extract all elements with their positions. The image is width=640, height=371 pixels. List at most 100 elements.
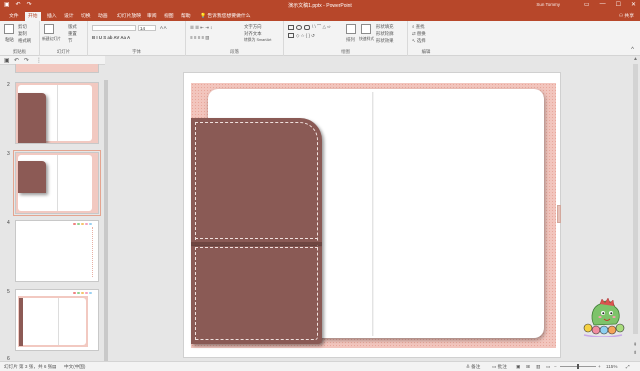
select-label: 选择	[416, 38, 426, 43]
tell-me-search[interactable]: 💡 告诉我您想要做什么	[200, 12, 251, 21]
quick-styles-button[interactable]: 快速样式	[359, 37, 374, 42]
section-button[interactable]: 节	[68, 38, 72, 44]
rounded-rect-icon[interactable]	[304, 25, 310, 30]
text-direction-button[interactable]: 文字方向	[244, 24, 262, 30]
quick-styles-icon[interactable]	[361, 24, 371, 34]
zoom-knob[interactable]	[577, 364, 579, 369]
status-bar: 幻灯片 第 3 张，共 6 张 ▤ 中文(中国) ≜ 备注 ▭ 批注 ▣ ⊞ ▥…	[0, 361, 640, 371]
slide-thumbnail-1[interactable]	[15, 64, 99, 73]
select-button[interactable]: ↖ 选择	[412, 38, 426, 44]
maximize-button[interactable]: ☐	[616, 1, 621, 8]
cut-button[interactable]: 剪切	[18, 24, 27, 30]
align-text-button[interactable]: 对齐文本	[244, 31, 262, 37]
group-clipboard: 粘贴 剪切 复制 格式刷 剪贴板	[0, 21, 40, 56]
notes-button[interactable]: ≜ 备注	[466, 364, 480, 370]
save-icon-small[interactable]: ▣	[4, 57, 10, 64]
minimize-button[interactable]: —	[600, 1, 606, 8]
thumb-fold	[58, 298, 59, 345]
redo-icon-small[interactable]: ↷	[24, 57, 29, 64]
proofing-icon[interactable]: ▤	[52, 364, 56, 370]
slideshow-icon[interactable]: ▭	[546, 364, 550, 370]
arrange-button[interactable]: 排列	[346, 37, 355, 43]
tab-insert[interactable]: 插入	[44, 12, 60, 21]
comments-button[interactable]: ▭ 批注	[492, 364, 507, 370]
resize-tab[interactable]	[557, 205, 561, 223]
tab-help[interactable]: 帮助	[178, 12, 194, 21]
thumb-fold	[57, 85, 58, 141]
slide-number: 4	[7, 220, 10, 226]
prev-slide-icon[interactable]: ⇞	[633, 342, 637, 348]
scroll-up-icon[interactable]: ▲	[633, 56, 638, 62]
shape-effects-button[interactable]: 形状效果	[376, 38, 394, 44]
collapse-ribbon-icon[interactable]: ^	[631, 47, 634, 53]
grow-font-icon[interactable]: A A	[160, 25, 167, 30]
layout-button[interactable]: 版式	[68, 24, 77, 30]
smartart-button[interactable]: 转换为 SmartArt	[244, 38, 271, 43]
align-buttons[interactable]: ≡ ≡ ≡ ≡ ▥	[190, 35, 209, 41]
zoom-out-icon[interactable]: −	[554, 364, 557, 369]
font-size-box[interactable]: 14	[138, 25, 156, 31]
thumbnail-scrollbar[interactable]	[104, 66, 108, 370]
slide-number: 2	[7, 82, 10, 88]
slide-thumbnail-5[interactable]	[15, 289, 99, 351]
slide-number: 3	[7, 151, 10, 157]
find-button[interactable]: ⌕ 查找	[412, 24, 424, 30]
vertical-scrollbar[interactable]: ▲ ⇞ ⇟	[632, 56, 640, 361]
undo-icon-small[interactable]: ↶	[14, 57, 19, 64]
scroll-thumb[interactable]	[633, 64, 638, 334]
reset-button[interactable]: 重置	[68, 31, 77, 37]
tab-design[interactable]: 设计	[61, 12, 77, 21]
list-buttons[interactable]: ☰ ☰ ⇤ ⇥ ↕	[190, 25, 212, 31]
language-indicator[interactable]: 中文(中国)	[64, 364, 85, 370]
reading-view-icon[interactable]: ▥	[536, 364, 540, 370]
close-button[interactable]: ✕	[631, 1, 636, 8]
shape-fill-button[interactable]: 形状填充	[376, 24, 394, 30]
shape-outline-button[interactable]: 形状轮廓	[376, 31, 394, 37]
tab-file[interactable]: 文件	[6, 12, 22, 21]
replace-button[interactable]: ⇄ 替换	[412, 31, 426, 37]
font-format-buttons[interactable]: B I U S ab AV Aa A	[92, 35, 130, 40]
more-shapes-icon[interactable]: ◇ ☆ { } ↺	[296, 33, 315, 39]
ribbon: 粘贴 剪切 复制 格式刷 剪贴板 新建幻灯片 版式 重置 节 幻灯片 14 A …	[0, 21, 640, 56]
fit-to-window-icon[interactable]: ⤢	[626, 364, 630, 369]
thumb-dotted-border	[89, 227, 93, 277]
arrange-icon[interactable]	[346, 24, 356, 34]
slide-info: 幻灯片 第 3 张，共 6 张	[4, 364, 53, 369]
format-painter-button[interactable]: 格式刷	[18, 38, 31, 44]
tab-slideshow[interactable]: 幻灯片放映	[114, 12, 144, 21]
tab-home[interactable]: 开始	[25, 12, 41, 21]
slide-sorter-icon[interactable]: ⊞	[526, 364, 530, 370]
font-name-box[interactable]	[92, 25, 136, 31]
font-label: 字体	[132, 49, 141, 54]
drawing-label: 绘图	[341, 49, 350, 54]
textbox-icon[interactable]	[288, 33, 294, 38]
oval-shape-icon[interactable]	[296, 25, 302, 30]
rectangle-shape-icon[interactable]	[288, 25, 294, 30]
tab-transitions[interactable]: 切换	[78, 12, 94, 21]
zoom-in-icon[interactable]: +	[598, 364, 601, 369]
slide-thumbnail-2[interactable]	[15, 82, 99, 144]
slide-thumbnail-4[interactable]	[15, 220, 99, 282]
thumbnail-scroll-thumb[interactable]	[104, 80, 108, 370]
brown-pocket[interactable]	[191, 118, 322, 344]
tab-animations[interactable]: 动画	[95, 12, 111, 21]
new-slide-icon[interactable]	[44, 24, 54, 34]
line-shapes-icon[interactable]: \ \ ⌒ △ ⇨	[312, 24, 331, 30]
slide-thumbnail-3[interactable]	[13, 150, 101, 216]
tab-view[interactable]: 视图	[161, 12, 177, 21]
paste-button[interactable]: 粘贴	[5, 37, 14, 43]
share-button[interactable]: ⚇ 共享	[619, 12, 634, 21]
customize-icon[interactable]: ⋮	[36, 57, 42, 64]
group-drawing: \ \ ⌒ △ ⇨ ◇ ☆ { } ↺ 排列 快速样式 形状填充 形状轮廓 形状…	[284, 21, 408, 56]
thumb-pocket	[18, 93, 46, 143]
tab-review[interactable]: 审阅	[144, 12, 160, 21]
new-slide-button[interactable]: 新建幻灯片	[42, 37, 61, 42]
next-slide-icon[interactable]: ⇟	[633, 350, 637, 356]
copy-button[interactable]: 复制	[18, 31, 27, 37]
zoom-slider[interactable]	[560, 364, 596, 369]
user-name[interactable]: Sun Tommy	[536, 2, 560, 7]
normal-view-icon[interactable]: ▣	[516, 364, 520, 370]
ribbon-display-icon[interactable]: ▭	[584, 1, 590, 8]
paste-icon[interactable]	[4, 24, 14, 34]
zoom-level[interactable]: 115%	[606, 364, 617, 369]
